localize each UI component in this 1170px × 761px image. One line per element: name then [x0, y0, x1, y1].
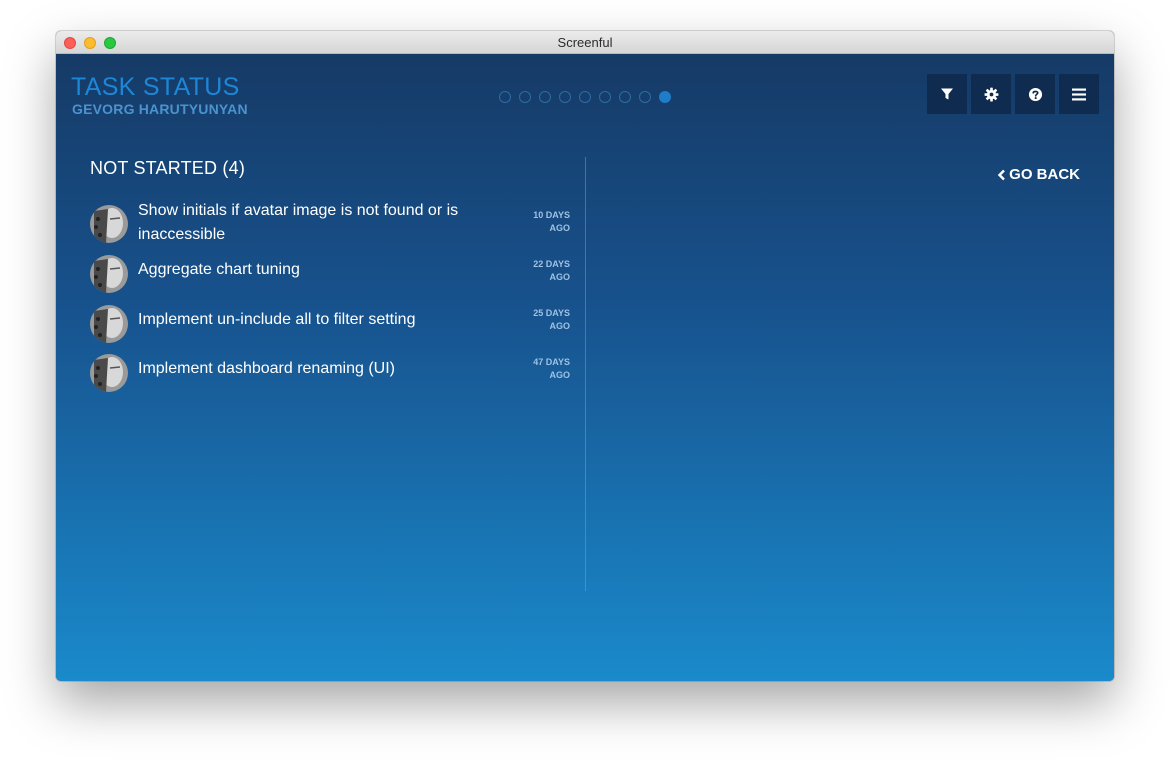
go-back-button[interactable]: GO BACK: [997, 166, 1080, 183]
pager-dot[interactable]: [539, 91, 551, 103]
avatar: [90, 354, 128, 392]
task-age: 22 DAYS AGO: [510, 258, 570, 284]
chevron-left-icon: [997, 169, 1006, 180]
page-pager: [499, 91, 671, 103]
avatar-image: [90, 205, 128, 243]
filter-button[interactable]: [927, 74, 967, 114]
go-back-label: GO BACK: [1009, 166, 1080, 183]
toolbar: [927, 74, 1099, 114]
avatar: [90, 305, 128, 343]
task-age-suffix: AGO: [549, 223, 570, 233]
task-age: 47 DAYS AGO: [510, 356, 570, 382]
avatar: [90, 205, 128, 243]
task-age-value: 47 DAYS: [533, 357, 570, 367]
window-titlebar: Screenful: [56, 31, 1114, 54]
section-title: NOT STARTED (4): [90, 158, 246, 178]
filter-icon: [941, 88, 953, 100]
panel-divider: [585, 157, 586, 591]
task-age-suffix: AGO: [549, 370, 570, 380]
task-item[interactable]: Aggregate chart tuning 22 DAYS AGO: [90, 255, 570, 299]
task-age-suffix: AGO: [549, 272, 570, 282]
task-age-value: 10 DAYS: [533, 210, 570, 220]
menu-button[interactable]: [1059, 74, 1099, 114]
gear-icon: [984, 87, 998, 101]
pager-dot[interactable]: [639, 91, 651, 103]
task-title: Aggregate chart tuning: [138, 261, 300, 278]
pager-dot-active[interactable]: [659, 91, 671, 103]
help-button[interactable]: [1015, 74, 1055, 114]
app-content: TASK STATUS GEVORG HARUTYUNYAN NOT START…: [56, 54, 1114, 681]
task-age-value: 25 DAYS: [533, 308, 570, 318]
task-item[interactable]: Show initials if avatar image is not fou…: [90, 200, 570, 250]
task-list-panel: NOT STARTED (4): [90, 158, 580, 179]
help-icon: [1028, 87, 1042, 101]
pager-dot[interactable]: [499, 91, 511, 103]
task-title: Show initials if avatar image is not fou…: [138, 202, 459, 243]
window-title: Screenful: [557, 35, 613, 50]
settings-button[interactable]: [971, 74, 1011, 114]
task-title: Implement un-include all to filter setti…: [138, 311, 416, 328]
task-title: Implement dashboard renaming (UI): [138, 360, 396, 377]
hamburger-menu-icon: [1072, 88, 1086, 100]
pager-dot[interactable]: [579, 91, 591, 103]
task-item[interactable]: Implement un-include all to filter setti…: [90, 305, 570, 349]
pager-dot[interactable]: [559, 91, 571, 103]
task-age-value: 22 DAYS: [533, 259, 570, 269]
avatar-image: [90, 255, 128, 293]
task-age: 25 DAYS AGO: [510, 307, 570, 333]
task-item[interactable]: Implement dashboard renaming (UI) 47 DAY…: [90, 354, 570, 398]
pager-dot[interactable]: [619, 91, 631, 103]
pager-dot[interactable]: [599, 91, 611, 103]
avatar: [90, 255, 128, 293]
avatar-image: [90, 305, 128, 343]
page-title: TASK STATUS: [71, 73, 240, 101]
task-age: 10 DAYS AGO: [510, 209, 570, 235]
app-window: Screenful TASK STATUS GEVORG HARUTYUNYAN: [56, 31, 1114, 681]
page-subtitle: GEVORG HARUTYUNYAN: [72, 101, 248, 117]
pager-dot[interactable]: [519, 91, 531, 103]
task-age-suffix: AGO: [549, 321, 570, 331]
avatar-image: [90, 354, 128, 392]
